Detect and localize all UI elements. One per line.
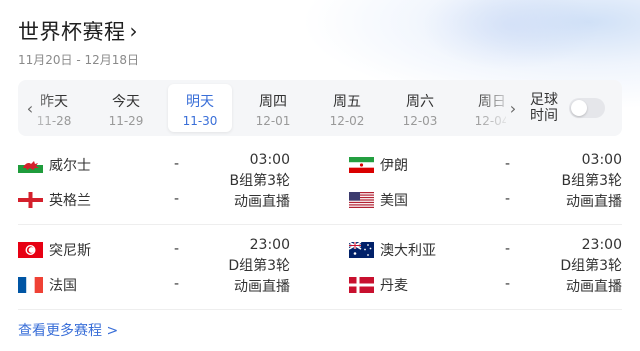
tab-sunday[interactable]: 周日 12-04 [462, 84, 506, 132]
usa-flag-icon [349, 192, 374, 208]
match-card[interactable]: 威尔士 - 英格兰 - 03:00 B组第3轮 动画直播 [18, 150, 308, 222]
team-name: 澳大利亚 [380, 243, 436, 259]
away-team: 法国 [18, 275, 77, 295]
tab-tomorrow[interactable]: 明天 11-30 [168, 84, 232, 132]
date-range: 11月20日 - 12月18日 [18, 53, 140, 67]
match-row: 威尔士 - 英格兰 - 03:00 B组第3轮 动画直播 伊朗 - 美国 - 0… [18, 150, 622, 222]
tab-day: 周五 [333, 94, 361, 110]
match-time: 23:00 [249, 237, 290, 253]
divider [18, 224, 622, 225]
match-time: 03:00 [249, 152, 290, 168]
home-team: 伊朗 [349, 155, 408, 175]
match-card[interactable]: 澳大利亚 - 丹麦 - 23:00 D组第3轮 动画直播 [349, 235, 622, 307]
tab-day: 昨天 [40, 94, 68, 110]
chevron-right-icon[interactable]: › [505, 80, 521, 136]
chevron-right-icon: › [129, 19, 138, 43]
home-team: 突尼斯 [18, 240, 91, 260]
away-score: - [174, 276, 180, 292]
away-team: 丹麦 [349, 275, 408, 295]
tab-today[interactable]: 今天 11-29 [94, 84, 158, 132]
home-score: - [505, 156, 511, 172]
iran-flag-icon [349, 157, 374, 173]
tab-day: 明天 [186, 94, 214, 110]
away-score: - [174, 191, 180, 207]
match-stage: D组第3轮 [560, 258, 622, 274]
tab-date: 11-29 [108, 114, 144, 128]
match-card[interactable]: 伊朗 - 美国 - 03:00 B组第3轮 动画直播 [349, 150, 622, 222]
home-score: - [505, 241, 511, 257]
tab-day: 今天 [112, 94, 140, 110]
football-time-label: 足球 时间 [530, 92, 558, 124]
tab-day: 周六 [406, 94, 434, 110]
away-team: 英格兰 [18, 190, 91, 210]
denmark-flag-icon [349, 277, 374, 293]
home-team: 威尔士 [18, 155, 91, 175]
england-flag-icon [18, 192, 43, 208]
match-info: 23:00 D组第3轮 动画直播 [200, 235, 290, 298]
broadcast-link[interactable]: 动画直播 [200, 192, 290, 213]
away-score: - [505, 191, 511, 207]
match-stage: B组第3轮 [229, 173, 290, 189]
match-stage: D组第3轮 [228, 258, 290, 274]
team-name: 美国 [380, 193, 408, 209]
away-score: - [505, 276, 511, 292]
team-name: 伊朗 [380, 158, 408, 174]
header-background-glow [420, 0, 600, 70]
schedule-title: 世界杯赛程 [18, 20, 126, 44]
wales-flag-icon [18, 157, 43, 173]
football-time-toggle[interactable] [569, 98, 605, 118]
match-stage: B组第3轮 [561, 173, 622, 189]
tab-date: 12-01 [255, 114, 291, 128]
match-info: 23:00 D组第3轮 动画直播 [532, 235, 622, 298]
broadcast-link[interactable]: 动画直播 [200, 277, 290, 298]
tab-yesterday[interactable]: 昨天 11-28 [22, 84, 86, 132]
team-name: 英格兰 [49, 193, 91, 209]
team-name: 丹麦 [380, 278, 408, 294]
match-info: 03:00 B组第3轮 动画直播 [532, 150, 622, 213]
australia-flag-icon [349, 242, 374, 258]
match-row: 突尼斯 - 法国 - 23:00 D组第3轮 动画直播 澳大利亚 - 丹麦 - … [18, 235, 622, 307]
home-score: - [174, 241, 180, 257]
match-time: 23:00 [581, 237, 622, 253]
tab-thursday[interactable]: 周四 12-01 [241, 84, 305, 132]
tab-date: 12-04 [474, 114, 506, 128]
away-team: 美国 [349, 190, 408, 210]
tab-date: 11-28 [36, 114, 72, 128]
tab-friday[interactable]: 周五 12-02 [315, 84, 379, 132]
tab-day: 周日 [478, 94, 506, 110]
home-team: 澳大利亚 [349, 240, 436, 260]
divider [18, 309, 622, 310]
match-card[interactable]: 突尼斯 - 法国 - 23:00 D组第3轮 动画直播 [18, 235, 308, 307]
tab-date: 12-03 [402, 114, 438, 128]
france-flag-icon [18, 277, 43, 293]
match-info: 03:00 B组第3轮 动画直播 [200, 150, 290, 213]
tab-date: 11-30 [182, 114, 218, 128]
home-score: - [174, 156, 180, 172]
tab-saturday[interactable]: 周六 12-03 [388, 84, 452, 132]
toggle-knob [571, 100, 587, 116]
match-time: 03:00 [581, 152, 622, 168]
team-name: 威尔士 [49, 158, 91, 174]
broadcast-link[interactable]: 动画直播 [532, 277, 622, 298]
schedule-title-link[interactable]: 世界杯赛程 › [18, 16, 139, 46]
team-name: 法国 [49, 278, 77, 294]
broadcast-link[interactable]: 动画直播 [532, 192, 622, 213]
more-schedule-link[interactable]: 查看更多赛程 > [18, 320, 118, 340]
tab-date: 12-02 [329, 114, 365, 128]
tunisia-flag-icon [18, 242, 43, 258]
schedule-header: 世界杯赛程 › 11月20日 - 12月18日 [18, 16, 139, 68]
date-tab-bar: ‹ 昨天 11-28 今天 11-29 明天 11-30 周四 12-01 周五… [18, 80, 622, 136]
team-name: 突尼斯 [49, 243, 91, 259]
tab-day: 周四 [259, 94, 287, 110]
